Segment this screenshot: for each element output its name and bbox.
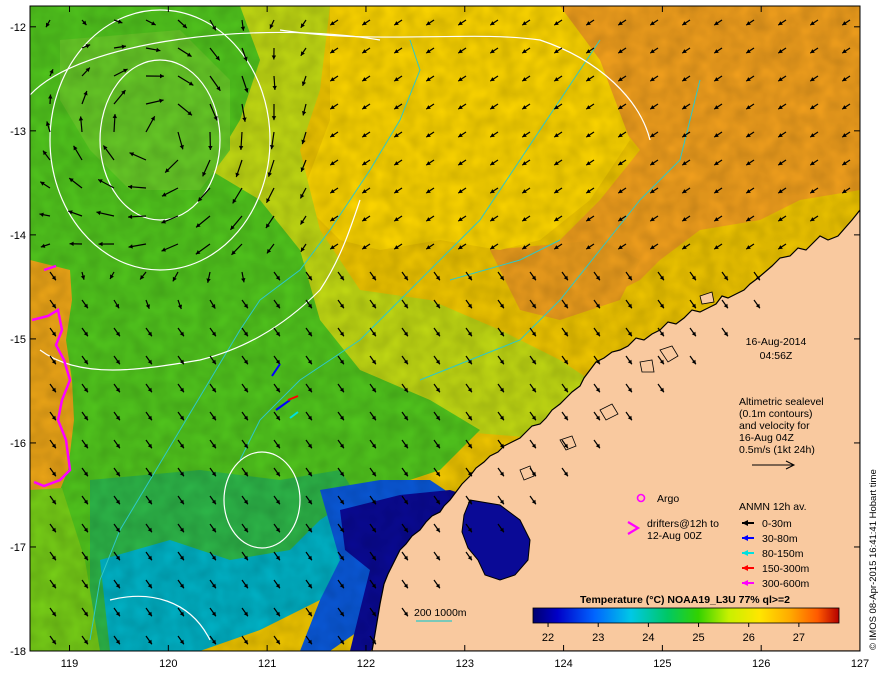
altimetry-line-2: (0.1m contours) (739, 408, 813, 420)
y-tick-label: -17 (10, 542, 26, 554)
y-tick-label: -18 (10, 646, 26, 658)
depth-band-label: 0-30m (762, 518, 792, 530)
colorbar-gradient (532, 607, 840, 624)
colorbar-tick-label: 25 (692, 632, 704, 644)
map-plot-area (30, 6, 860, 651)
altimetry-line-3: and velocity for (739, 420, 810, 432)
y-tick-label: -15 (10, 334, 26, 346)
x-tick-label: 126 (752, 658, 770, 670)
date-label: 16-Aug-2014 (746, 336, 807, 348)
y-tick-label: -12 (10, 22, 26, 34)
x-tick-label: 125 (653, 658, 671, 670)
x-tick-label: 127 (851, 658, 869, 670)
altimetry-line-5: 0.5m/s (1kt 24h) (739, 444, 815, 456)
y-tick-label: -14 (10, 230, 26, 242)
altimetry-line-1: Altimetric sealevel (739, 396, 824, 408)
x-tick-label: 124 (554, 658, 572, 670)
altimetry-line-4: 16-Aug 04Z (739, 432, 794, 444)
x-tick-label: 119 (61, 658, 79, 670)
colorbar-tick-label: 23 (592, 632, 604, 644)
x-tick-label: 122 (357, 658, 375, 670)
x-tick-label: 120 (159, 658, 177, 670)
x-tick-label: 121 (258, 658, 276, 670)
credit-label: © IMOS 08-Apr-2015 16:41:41 Hobart time (868, 469, 879, 650)
x-tick-label: 123 (456, 658, 474, 670)
anmn-title: ANMN 12h av. (739, 501, 807, 513)
colorbar-tick-label: 24 (642, 632, 654, 644)
depth-band-label: 300-600m (762, 578, 810, 590)
depth-band-label: 30-80m (762, 533, 798, 545)
colorbar-tick-label: 26 (743, 632, 755, 644)
sst-map: 119 120 121 122 123 124 125 126 127 -12 -13 -14 -15… (10, 5, 879, 670)
depth-band-label: 80-150m (762, 548, 804, 560)
colorbar-tick-label: 27 (793, 632, 805, 644)
time-label: 04:56Z (760, 350, 793, 362)
y-tick-label: -13 (10, 126, 26, 138)
y-tick-label: -16 (10, 438, 26, 450)
argo-label: Argo (657, 493, 679, 505)
drifters-line-1: drifters@12h to (647, 518, 719, 530)
colorbar-title: Temperature (°C) NOAA19_L3U 77% ql>=2 (580, 594, 790, 606)
drifters-line-2: 12-Aug 00Z (647, 530, 702, 542)
depth-band-label: 150-300m (762, 563, 810, 575)
bathymetry-legend: 200 1000m (414, 607, 467, 622)
bathymetry-legend-label: 200 1000m (414, 607, 467, 619)
colorbar-tick-label: 22 (542, 632, 554, 644)
